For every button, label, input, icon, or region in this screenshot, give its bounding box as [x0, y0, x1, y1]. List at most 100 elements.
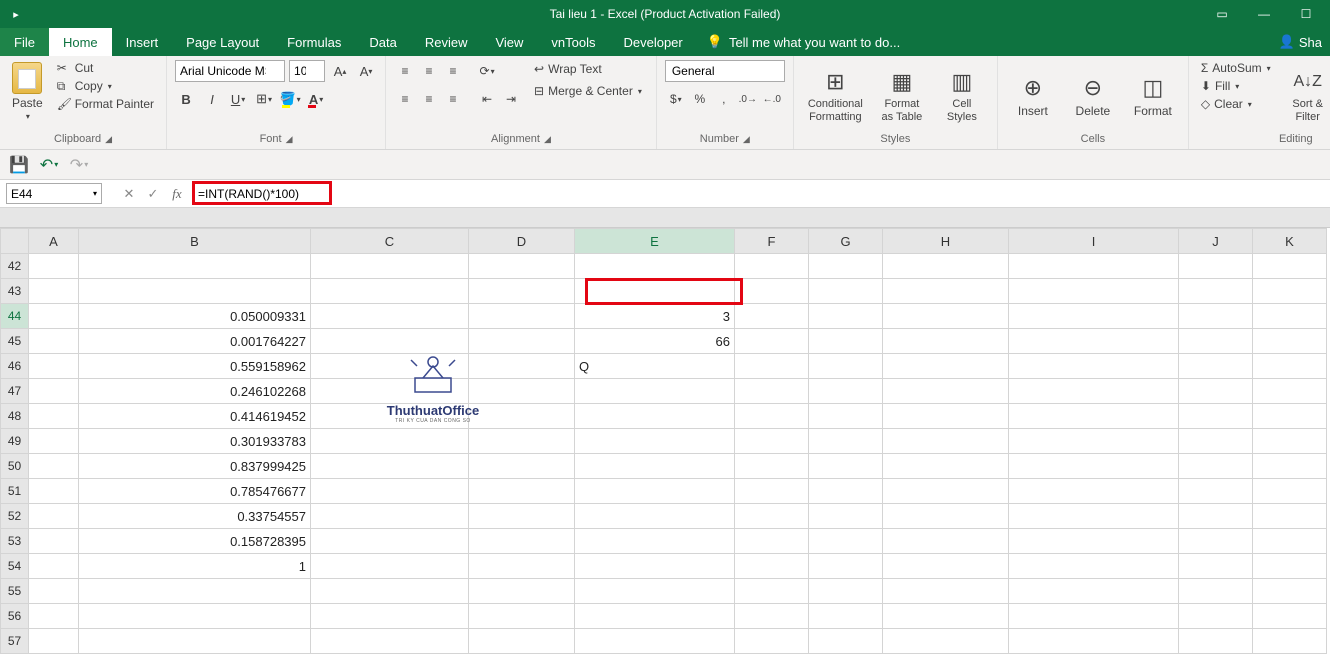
cell-C48[interactable]: [311, 404, 469, 429]
cell-E53[interactable]: [575, 529, 735, 554]
paste-button[interactable]: Paste ▾: [8, 60, 47, 131]
row-header-42[interactable]: 42: [1, 254, 29, 279]
cell-B55[interactable]: [79, 579, 311, 604]
increase-indent-button[interactable]: ⇥: [500, 88, 522, 110]
cell-F42[interactable]: [735, 254, 809, 279]
cell-A57[interactable]: [29, 629, 79, 654]
decrease-font-button[interactable]: A▾: [355, 60, 377, 82]
cell-F56[interactable]: [735, 604, 809, 629]
cell-D53[interactable]: [469, 529, 575, 554]
cell-D48[interactable]: [469, 404, 575, 429]
cell-K57[interactable]: [1253, 629, 1327, 654]
cell-H55[interactable]: [883, 579, 1009, 604]
cell-B43[interactable]: [79, 279, 311, 304]
border-button[interactable]: ⊞▾: [253, 88, 275, 110]
cell-F52[interactable]: [735, 504, 809, 529]
cell-I57[interactable]: [1009, 629, 1179, 654]
cell-J46[interactable]: [1179, 354, 1253, 379]
merge-center-button[interactable]: ⊟ Merge & Center ▾: [528, 82, 648, 100]
cell-C53[interactable]: [311, 529, 469, 554]
increase-font-button[interactable]: A▴: [329, 60, 351, 82]
decrease-indent-button[interactable]: ⇤: [476, 88, 498, 110]
tab-page-layout[interactable]: Page Layout: [172, 28, 273, 56]
cell-B44[interactable]: 0.050009331: [79, 304, 311, 329]
cell-A46[interactable]: [29, 354, 79, 379]
enter-formula-button[interactable]: ✓: [142, 186, 164, 202]
cell-A51[interactable]: [29, 479, 79, 504]
cell-B53[interactable]: 0.158728395: [79, 529, 311, 554]
cell-K54[interactable]: [1253, 554, 1327, 579]
tab-home[interactable]: Home: [49, 28, 112, 56]
align-right-button[interactable]: ≡: [442, 88, 464, 110]
cell-G54[interactable]: [809, 554, 883, 579]
cell-K46[interactable]: [1253, 354, 1327, 379]
col-header-E[interactable]: E: [575, 229, 735, 254]
cell-I42[interactable]: [1009, 254, 1179, 279]
cell-F54[interactable]: [735, 554, 809, 579]
cell-C51[interactable]: [311, 479, 469, 504]
tab-review[interactable]: Review: [411, 28, 482, 56]
cell-A43[interactable]: [29, 279, 79, 304]
cell-E54[interactable]: [575, 554, 735, 579]
row-header-50[interactable]: 50: [1, 454, 29, 479]
dialog-launcher-icon[interactable]: ◢: [743, 134, 750, 145]
cell-K44[interactable]: [1253, 304, 1327, 329]
cell-E43[interactable]: [575, 279, 735, 304]
wrap-text-button[interactable]: ↩ Wrap Text: [528, 60, 648, 78]
cell-D45[interactable]: [469, 329, 575, 354]
cell-C46[interactable]: [311, 354, 469, 379]
cell-B51[interactable]: 0.785476677: [79, 479, 311, 504]
underline-button[interactable]: U▾: [227, 88, 249, 110]
increase-decimal-button[interactable]: .0→: [737, 88, 759, 110]
cell-A53[interactable]: [29, 529, 79, 554]
font-name-select[interactable]: [175, 60, 285, 82]
cell-B52[interactable]: 0.33754557: [79, 504, 311, 529]
cell-B56[interactable]: [79, 604, 311, 629]
cell-F49[interactable]: [735, 429, 809, 454]
col-header-K[interactable]: K: [1253, 229, 1327, 254]
cell-H42[interactable]: [883, 254, 1009, 279]
cell-H45[interactable]: [883, 329, 1009, 354]
cell-D46[interactable]: [469, 354, 575, 379]
cell-B45[interactable]: 0.001764227: [79, 329, 311, 354]
cell-H51[interactable]: [883, 479, 1009, 504]
format-cells-button[interactable]: ◫ Format: [1126, 60, 1180, 131]
cell-D47[interactable]: [469, 379, 575, 404]
cell-I48[interactable]: [1009, 404, 1179, 429]
cell-G56[interactable]: [809, 604, 883, 629]
cell-E42[interactable]: [575, 254, 735, 279]
cell-G51[interactable]: [809, 479, 883, 504]
cell-I51[interactable]: [1009, 479, 1179, 504]
cell-E50[interactable]: [575, 454, 735, 479]
col-header-D[interactable]: D: [469, 229, 575, 254]
cell-G53[interactable]: [809, 529, 883, 554]
cell-A56[interactable]: [29, 604, 79, 629]
cell-K48[interactable]: [1253, 404, 1327, 429]
cell-I52[interactable]: [1009, 504, 1179, 529]
cell-D43[interactable]: [469, 279, 575, 304]
col-header-G[interactable]: G: [809, 229, 883, 254]
row-header-51[interactable]: 51: [1, 479, 29, 504]
cell-D44[interactable]: [469, 304, 575, 329]
cell-E57[interactable]: [575, 629, 735, 654]
cell-D55[interactable]: [469, 579, 575, 604]
cell-B42[interactable]: [79, 254, 311, 279]
cell-C56[interactable]: [311, 604, 469, 629]
cell-J51[interactable]: [1179, 479, 1253, 504]
cell-I44[interactable]: [1009, 304, 1179, 329]
cell-D56[interactable]: [469, 604, 575, 629]
delete-cells-button[interactable]: ⊖ Delete: [1066, 60, 1120, 131]
row-header-57[interactable]: 57: [1, 629, 29, 654]
cell-H52[interactable]: [883, 504, 1009, 529]
cell-H44[interactable]: [883, 304, 1009, 329]
cell-F46[interactable]: [735, 354, 809, 379]
cell-F47[interactable]: [735, 379, 809, 404]
name-box[interactable]: E44 ▾: [6, 183, 102, 204]
cell-E48[interactable]: [575, 404, 735, 429]
undo-button[interactable]: ↶▾: [38, 154, 60, 176]
cell-F50[interactable]: [735, 454, 809, 479]
cell-B49[interactable]: 0.301933783: [79, 429, 311, 454]
cell-I56[interactable]: [1009, 604, 1179, 629]
tab-file[interactable]: File: [0, 28, 49, 56]
cell-A45[interactable]: [29, 329, 79, 354]
